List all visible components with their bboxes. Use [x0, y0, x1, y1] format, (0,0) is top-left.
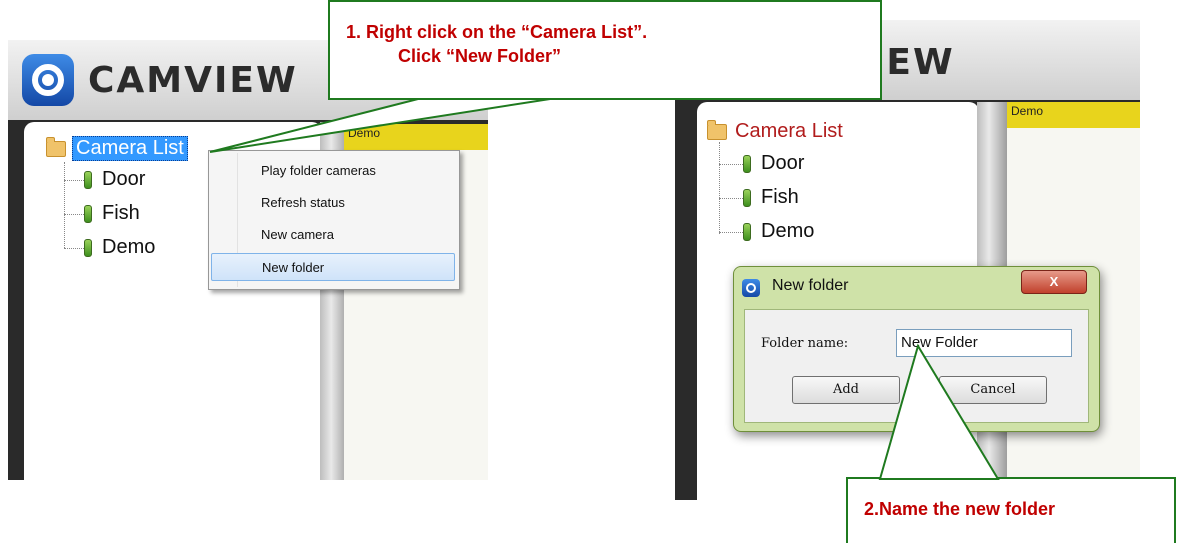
callout1-pointer: [209, 98, 551, 153]
callout-pointers: [209, 98, 1000, 480]
callout2-pointer: [878, 343, 1000, 480]
